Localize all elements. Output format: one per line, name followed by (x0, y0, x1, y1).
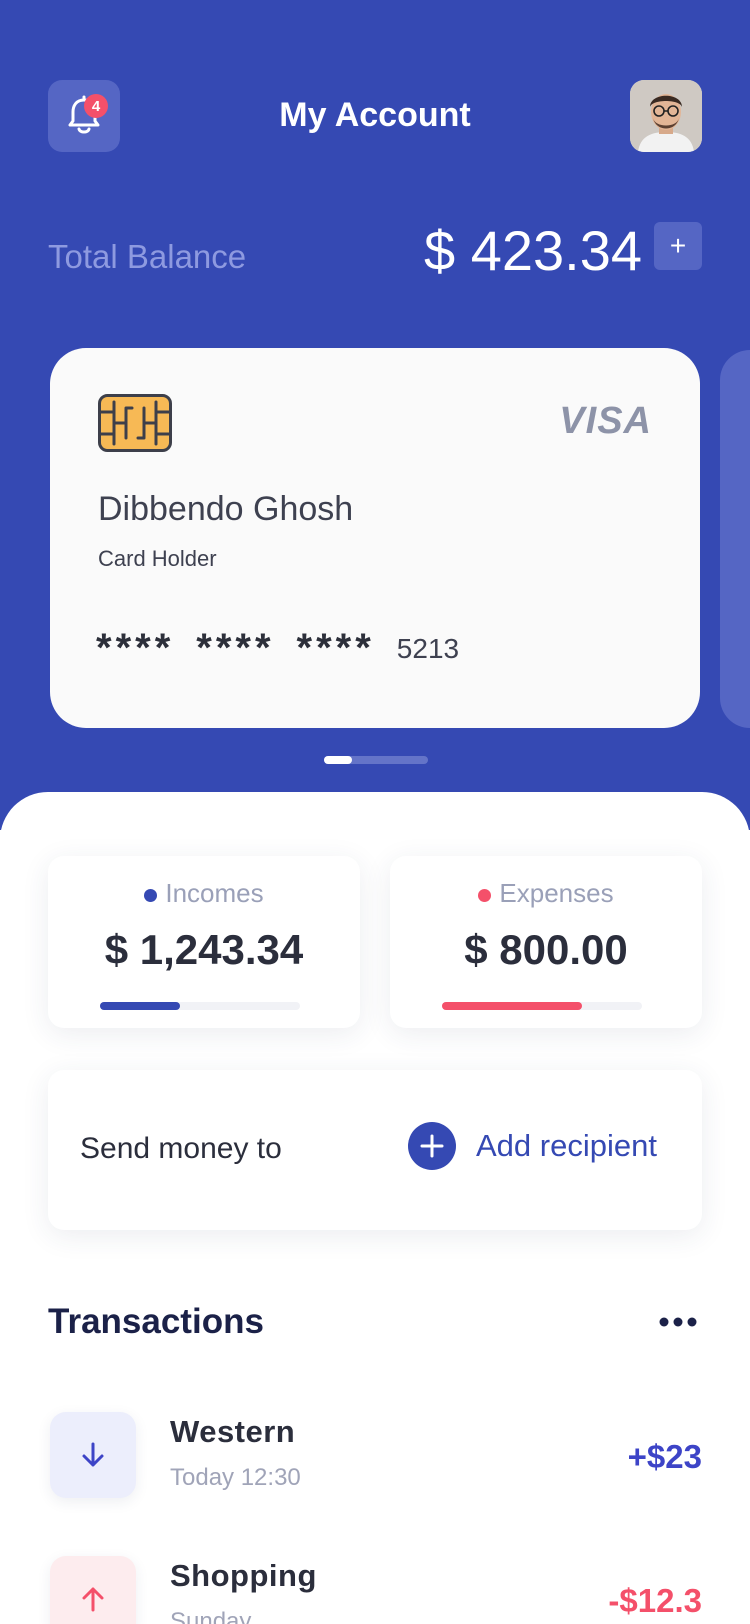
transaction-time: Today 12:30 (170, 1464, 301, 1491)
next-card-preview[interactable] (720, 350, 750, 728)
avatar[interactable] (630, 80, 702, 152)
add-recipient-button[interactable]: Add recipient (408, 1122, 657, 1170)
add-balance-button[interactable]: + (654, 222, 702, 270)
add-recipient-label: Add recipient (476, 1128, 657, 1163)
incomes-label-row: Incomes (48, 878, 360, 909)
send-money-label: Send money to (80, 1132, 282, 1165)
transaction-name: Western (170, 1414, 296, 1449)
masked-digits: **** (96, 626, 175, 670)
expenses-dot-icon (478, 888, 492, 902)
transactions-title: Transactions (48, 1302, 264, 1341)
card-number: **** **** **** 5213 (96, 626, 459, 671)
total-balance-label: Total Balance (48, 238, 247, 275)
payment-card[interactable]: VISA Dibbendo Ghosh Card Holder **** ***… (50, 348, 700, 728)
transaction-icon-box (50, 1412, 136, 1498)
content-sheet: Incomes $ 1,243.34 Expenses $ 800.00 Sen… (0, 792, 750, 1624)
card-last-four: 5213 (396, 632, 460, 664)
plus-circle-icon (408, 1122, 456, 1170)
expenses-label-row: Expenses (390, 878, 702, 909)
masked-digits: **** (296, 626, 375, 670)
card-holder-label: Card Holder (98, 546, 217, 571)
incomes-dot-icon (144, 888, 158, 902)
total-balance-value: $ 423.34 (424, 219, 642, 282)
transaction-row[interactable]: Western Today 12:30 +$23 (48, 1412, 702, 1512)
incomes-label: Incomes (165, 878, 264, 908)
arrow-down-icon (82, 1442, 104, 1467)
plus-icon (420, 1134, 444, 1158)
transaction-amount: -$12.3 (608, 1582, 702, 1619)
incomes-card[interactable]: Incomes $ 1,243.34 (48, 856, 360, 1028)
transaction-icon-box (50, 1556, 136, 1624)
incomes-value: $ 1,243.34 (104, 926, 304, 973)
send-money-card: Send money to Add recipient (48, 1070, 702, 1230)
more-options-icon[interactable] (658, 1316, 698, 1328)
chip-icon (98, 394, 172, 452)
transaction-row[interactable]: Shopping Sunday -$12.3 (48, 1556, 702, 1624)
expenses-progress (442, 1002, 642, 1010)
visa-logo: VISA (559, 400, 652, 442)
expenses-progress-fill (442, 1002, 582, 1010)
expenses-card[interactable]: Expenses $ 800.00 (390, 856, 702, 1028)
masked-digits: **** (196, 626, 275, 670)
expenses-value: $ 800.00 (464, 926, 628, 973)
transaction-name: Shopping (170, 1558, 317, 1593)
incomes-progress-fill (100, 1002, 180, 1010)
carousel-active-dot (324, 756, 352, 764)
arrow-up-icon (82, 1587, 104, 1612)
transaction-amount: +$23 (627, 1438, 702, 1475)
expenses-label: Expenses (499, 878, 614, 908)
transaction-time: Sunday (170, 1608, 252, 1624)
profile-photo (630, 80, 702, 152)
card-holder-name: Dibbendo Ghosh (98, 490, 354, 528)
incomes-progress (100, 1002, 300, 1010)
card-carousel-indicator[interactable] (324, 756, 428, 764)
